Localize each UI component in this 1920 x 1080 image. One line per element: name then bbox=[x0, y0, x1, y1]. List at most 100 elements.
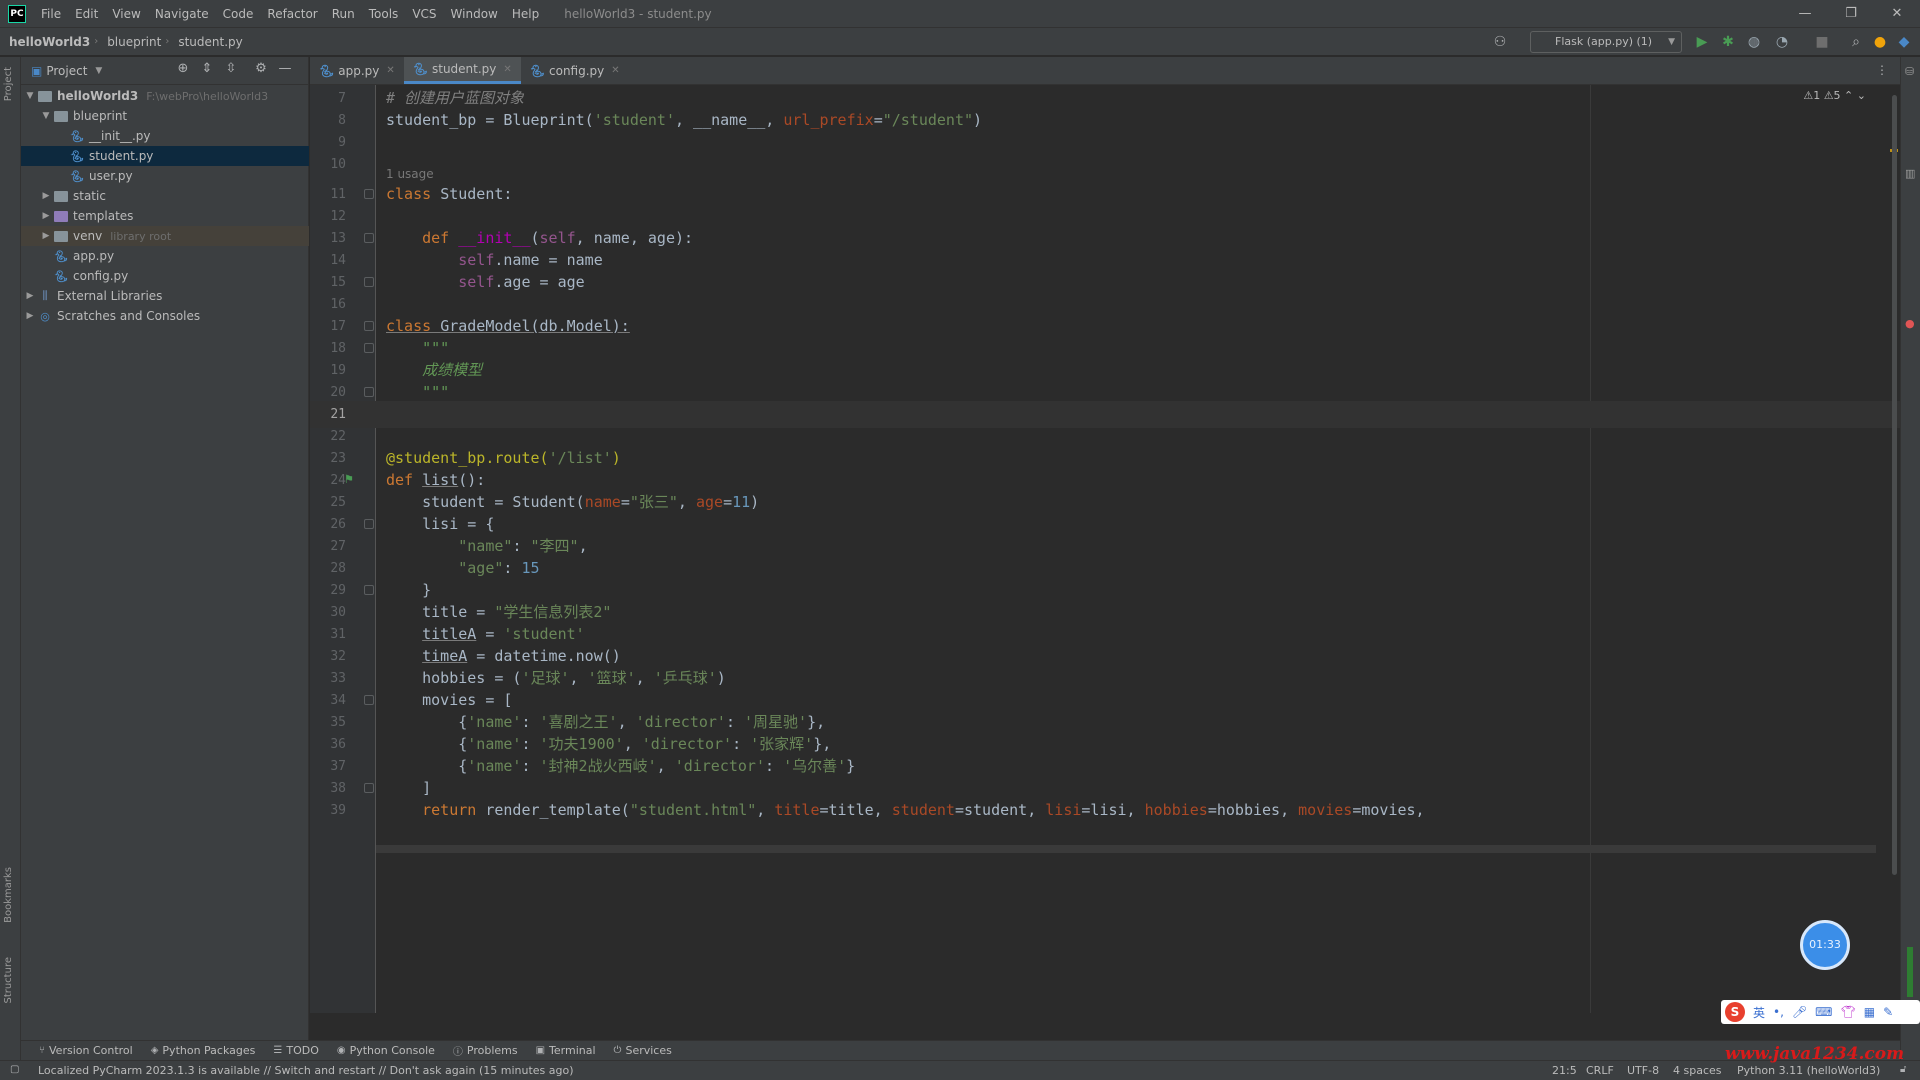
menu-vcs[interactable]: VCS bbox=[405, 0, 443, 28]
line-separator[interactable]: CRLF bbox=[1586, 1064, 1614, 1077]
project-tool-tab[interactable]: Project bbox=[3, 67, 14, 101]
run-configuration-select[interactable]: Flask (app.py) (1) ▼ bbox=[1530, 31, 1682, 53]
coverage-icon[interactable]: ◍ bbox=[1744, 32, 1764, 52]
chevron-right-icon[interactable]: ▶ bbox=[23, 311, 37, 321]
tab-config-py[interactable]: 🐍︎ config.py ✕ bbox=[521, 57, 629, 84]
usage-hint[interactable]: 1 usage bbox=[386, 167, 434, 181]
close-tab-icon[interactable]: ✕ bbox=[611, 65, 619, 76]
folder-icon bbox=[53, 209, 69, 223]
tree-item-venv[interactable]: ▶ venv library root bbox=[21, 226, 309, 246]
chevron-right-icon[interactable]: ▶ bbox=[39, 211, 53, 221]
breadcrumb-folder[interactable]: blueprint bbox=[98, 35, 161, 49]
recording-timer-badge[interactable]: 01:33 bbox=[1800, 920, 1850, 970]
tool-version-control[interactable]: ⑂ Version Control bbox=[39, 1044, 133, 1057]
bookmarks-tool-tab[interactable]: Bookmarks bbox=[3, 867, 14, 923]
menu-tools[interactable]: Tools bbox=[362, 0, 406, 28]
menu-view[interactable]: View bbox=[105, 0, 147, 28]
ime-language-toggle[interactable]: 英 bbox=[1753, 1004, 1765, 1021]
tree-item-label: helloWorld3 bbox=[57, 89, 139, 103]
indent-setting[interactable]: 4 spaces bbox=[1673, 1064, 1722, 1077]
microphone-icon[interactable]: 🎤︎ bbox=[1792, 1005, 1807, 1019]
menu-file[interactable]: File bbox=[34, 0, 68, 28]
breadcrumb-file[interactable]: student.py bbox=[169, 35, 242, 49]
tree-item-student[interactable]: 🐍︎ student.py bbox=[21, 146, 309, 166]
update-icon[interactable]: ● bbox=[1870, 32, 1890, 52]
tool-python-packages[interactable]: ◈ Python Packages bbox=[151, 1044, 256, 1057]
settings-icon[interactable]: ✎ bbox=[1883, 1005, 1893, 1019]
close-window-button[interactable]: ✕ bbox=[1874, 0, 1920, 28]
settings-shield-icon[interactable]: ◆ bbox=[1894, 32, 1914, 52]
project-header-label[interactable]: Project bbox=[46, 64, 87, 78]
python-interpreter[interactable]: Python 3.11 (helloWorld3) bbox=[1737, 1064, 1880, 1077]
user-account-icon[interactable]: ⚇ bbox=[1490, 32, 1510, 52]
horizontal-scrollbar[interactable] bbox=[376, 845, 1876, 853]
locate-file-icon[interactable]: ⊕ bbox=[173, 61, 193, 76]
profile-icon[interactable]: ◔ bbox=[1772, 32, 1792, 52]
tree-item-config[interactable]: 🐍︎ config.py bbox=[21, 266, 309, 286]
chevron-right-icon[interactable]: ▶ bbox=[39, 191, 53, 201]
structure-tool-tab[interactable]: Structure bbox=[3, 957, 14, 1004]
toolbox-icon[interactable]: ▦ bbox=[1864, 1005, 1875, 1019]
status-panel-toggle-icon[interactable]: ▢ bbox=[10, 1064, 19, 1075]
breadcrumb-project[interactable]: helloWorld3 bbox=[0, 35, 90, 49]
menu-edit[interactable]: Edit bbox=[68, 0, 105, 28]
collapse-all-icon[interactable]: ⇳ bbox=[221, 61, 241, 76]
tab-app-py[interactable]: 🐍︎ app.py ✕ bbox=[310, 57, 404, 84]
hide-panel-icon[interactable]: — bbox=[275, 61, 295, 76]
sciview-tool-icon[interactable]: ▥ bbox=[1905, 167, 1915, 180]
menu-window[interactable]: Window bbox=[444, 0, 505, 28]
tree-item-static[interactable]: ▶ static bbox=[21, 186, 309, 206]
punctuation-icon[interactable]: •, bbox=[1773, 1005, 1784, 1019]
menu-refactor[interactable]: Refactor bbox=[260, 0, 324, 28]
menu-code[interactable]: Code bbox=[216, 0, 261, 28]
status-message[interactable]: Localized PyCharm 2023.1.3 is available … bbox=[38, 1064, 574, 1077]
keyboard-icon[interactable]: ⌨ bbox=[1815, 1005, 1832, 1019]
stop-icon[interactable]: ■ bbox=[1812, 32, 1832, 52]
chevron-down-icon[interactable]: ▼ bbox=[39, 111, 53, 121]
skin-icon[interactable]: 👕︎ bbox=[1840, 1005, 1855, 1019]
tree-item-app[interactable]: 🐍︎ app.py bbox=[21, 246, 309, 266]
notifications-tool-icon[interactable]: ● bbox=[1905, 317, 1915, 330]
sogou-logo-icon[interactable]: S bbox=[1725, 1002, 1745, 1022]
tree-item-user[interactable]: 🐍︎ user.py bbox=[21, 166, 309, 186]
tree-item-init[interactable]: 🐍︎ __init__.py bbox=[21, 126, 309, 146]
tree-item-project-root[interactable]: ▼ helloWorld3 F:\webPro\helloWorld3 bbox=[21, 86, 309, 106]
menu-help[interactable]: Help bbox=[505, 0, 546, 28]
run-route-icon[interactable]: ⚑ bbox=[340, 471, 358, 489]
chevron-right-icon[interactable]: ▶ bbox=[23, 291, 37, 301]
database-tool-icon[interactable]: ⛁ bbox=[1905, 65, 1914, 78]
file-encoding[interactable]: UTF-8 bbox=[1627, 1064, 1659, 1077]
code-editor[interactable]: ⚠1 ⚠5 ⌃ ⌄ 7 # 创建用户蓝图对象 8 student_bp = Blue… bbox=[310, 85, 1900, 1013]
chevron-down-icon[interactable]: ▼ bbox=[95, 66, 102, 76]
close-tab-icon[interactable]: ✕ bbox=[386, 65, 394, 76]
tool-problems[interactable]: ⓘ Problems bbox=[453, 1043, 518, 1058]
restore-button[interactable]: ❐ bbox=[1828, 0, 1874, 28]
tool-terminal[interactable]: ▣ Terminal bbox=[536, 1044, 596, 1057]
ime-toolbar[interactable]: S 英 •, 🎤︎ ⌨ 👕︎ ▦ ✎ bbox=[1721, 1000, 1920, 1024]
menu-run[interactable]: Run bbox=[325, 0, 362, 28]
close-tab-icon[interactable]: ✕ bbox=[503, 64, 511, 75]
chevron-right-icon[interactable]: ▶ bbox=[39, 231, 53, 241]
python-console-icon: ◉ bbox=[336, 1045, 346, 1056]
minimize-button[interactable]: — bbox=[1782, 0, 1828, 28]
tool-services[interactable]: ⏻ Services bbox=[614, 1044, 672, 1057]
chevron-down-icon[interactable]: ▼ bbox=[23, 91, 37, 101]
tab-student-py[interactable]: 🐍︎ student.py ✕ bbox=[403, 57, 521, 84]
cursor-position[interactable]: 21:5 bbox=[1552, 1064, 1577, 1077]
debug-icon[interactable]: ✱ bbox=[1718, 32, 1738, 52]
error-stripe[interactable] bbox=[1888, 85, 1900, 1013]
tree-item-scratches[interactable]: ▶ ◎ Scratches and Consoles bbox=[21, 306, 309, 326]
menu-navigate[interactable]: Navigate bbox=[148, 0, 216, 28]
tree-item-blueprint[interactable]: ▼ blueprint bbox=[21, 106, 309, 126]
vertical-scroll-thumb[interactable] bbox=[1892, 95, 1897, 875]
tool-python-console[interactable]: ◉ Python Console bbox=[337, 1044, 435, 1057]
gear-icon[interactable]: ⚙ bbox=[251, 61, 271, 76]
expand-all-icon[interactable]: ⇕ bbox=[197, 61, 217, 76]
run-icon[interactable]: ▶ bbox=[1692, 32, 1712, 52]
tree-item-templates[interactable]: ▶ templates bbox=[21, 206, 309, 226]
tool-todo[interactable]: ☰ TODO bbox=[273, 1044, 318, 1057]
lock-icon[interactable]: 🔓︎ bbox=[1900, 1064, 1906, 1075]
tree-item-external-libraries[interactable]: ▶ ⫼ External Libraries bbox=[21, 286, 309, 306]
more-tabs-icon[interactable]: ⋮ bbox=[1876, 63, 1888, 77]
search-icon[interactable]: ⌕ bbox=[1846, 32, 1866, 52]
